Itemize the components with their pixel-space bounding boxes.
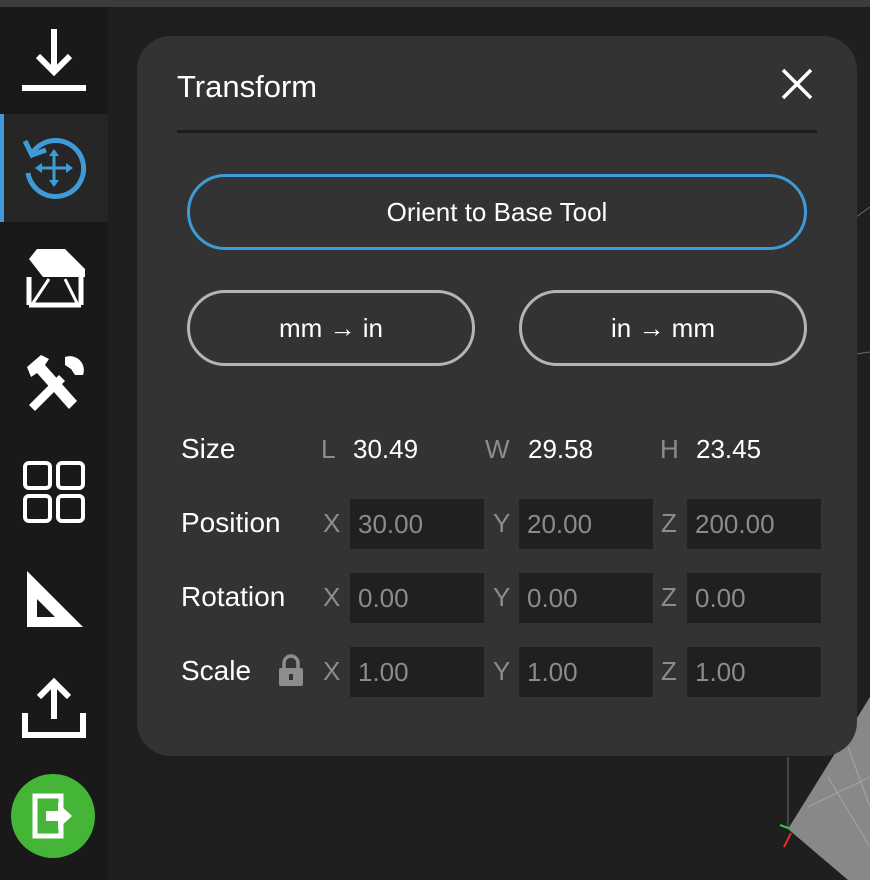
size-l-axis: L xyxy=(321,434,336,464)
arrange-icon xyxy=(23,461,85,523)
tools-icon xyxy=(27,355,84,411)
position-y-field[interactable]: 20.00 xyxy=(519,499,653,549)
download-icon xyxy=(22,29,86,91)
export-icon xyxy=(22,677,86,738)
rotation-label: Rotation xyxy=(181,581,286,612)
rotation-z-field[interactable]: 0.00 xyxy=(687,573,821,623)
scale-x-field[interactable]: 1.00 xyxy=(350,647,484,697)
scale-z-axis: Z xyxy=(661,656,677,686)
size-h-value: 23.45 xyxy=(696,434,762,464)
title-divider xyxy=(177,130,817,133)
close-button[interactable] xyxy=(777,64,817,104)
panel-title: Transform xyxy=(177,69,318,104)
exit-icon xyxy=(32,793,72,839)
close-icon xyxy=(781,68,813,100)
size-h-axis: H xyxy=(660,434,679,464)
position-z-axis: Z xyxy=(661,508,677,538)
rotation-y-field[interactable]: 0.00 xyxy=(519,573,653,623)
exit-button[interactable] xyxy=(11,774,95,858)
measure-icon xyxy=(27,571,83,627)
lock-icon xyxy=(279,654,303,686)
transform-icon xyxy=(22,137,87,199)
rotation-z-axis: Z xyxy=(661,582,677,612)
rotation-x-field[interactable]: 0.00 xyxy=(350,573,484,623)
sidebar-item-support[interactable] xyxy=(0,222,108,330)
sidebar-item-tools[interactable] xyxy=(0,330,108,438)
sidebar-item-measure[interactable] xyxy=(0,546,108,654)
scale-z-field[interactable]: 1.00 xyxy=(687,647,821,697)
scale-lock-button[interactable] xyxy=(277,654,305,693)
sidebar-item-export[interactable] xyxy=(0,654,108,762)
rotation-x-axis: X xyxy=(323,582,341,612)
sidebar xyxy=(0,7,108,880)
orient-to-base-button[interactable]: Orient to Base Tool xyxy=(187,174,807,250)
scale-label: Scale xyxy=(181,655,252,686)
sidebar-item-transform[interactable] xyxy=(0,114,108,222)
in-to-mm-button[interactable]: in → mm xyxy=(519,290,807,366)
scale-x-axis: X xyxy=(323,656,341,686)
position-x-axis: X xyxy=(323,508,341,538)
rotation-y-axis: Y xyxy=(493,582,511,612)
scale-y-field[interactable]: 1.00 xyxy=(519,647,653,697)
sidebar-item-arrange[interactable] xyxy=(0,438,108,546)
position-y-axis: Y xyxy=(493,508,511,538)
size-w-value: 29.58 xyxy=(528,434,594,464)
size-w-axis: W xyxy=(485,434,510,464)
mm-to-in-button[interactable]: mm → in xyxy=(187,290,475,366)
position-label: Position xyxy=(181,507,281,538)
top-bar xyxy=(0,0,870,7)
position-x-field[interactable]: 30.00 xyxy=(350,499,484,549)
support-icon xyxy=(26,249,85,308)
sidebar-item-download[interactable] xyxy=(0,7,108,115)
size-l-value: 30.49 xyxy=(353,434,419,464)
size-label: Size xyxy=(181,433,236,464)
transform-panel: Transform Orient to Base Tool mm → in in… xyxy=(137,36,857,756)
scale-y-axis: Y xyxy=(493,656,511,686)
position-z-field[interactable]: 200.00 xyxy=(687,499,821,549)
